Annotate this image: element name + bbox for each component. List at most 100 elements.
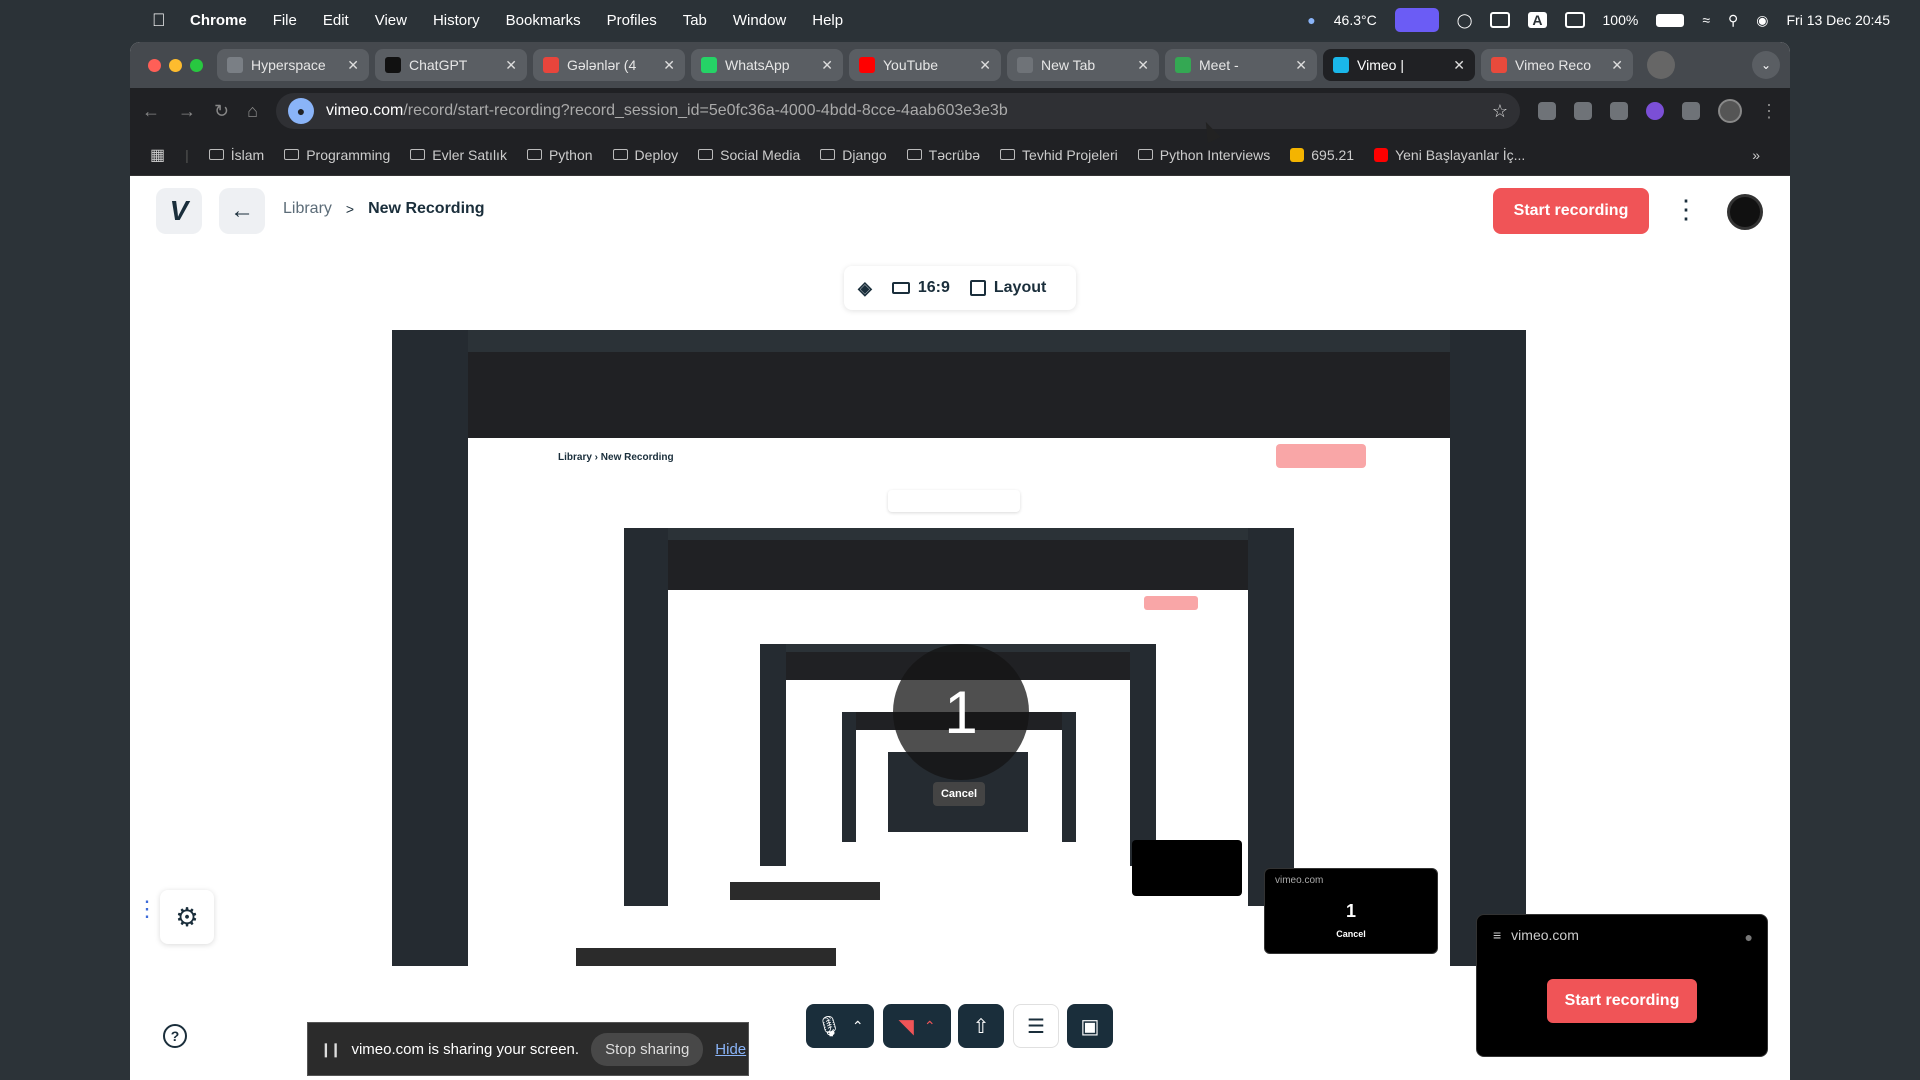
screen-share-status-icon[interactable] [1394,8,1439,32]
apple-icon[interactable]:  [152,10,166,31]
eyedropper-extension-icon[interactable] [1610,102,1628,120]
hide-banner-link[interactable]: Hide [715,1041,746,1058]
camera-toggle-button[interactable]: ◥ ⌃ [883,1004,951,1048]
close-tab-icon[interactable]: ✕ [663,57,675,74]
menu-edit[interactable]: Edit [323,12,349,29]
bookmark-item[interactable]: Tevhid Projeleri [1000,147,1118,163]
maximize-window-button[interactable] [190,58,203,72]
bookmark-item[interactable]: Təcrübə [906,147,980,163]
bookmark-item[interactable]: Django [820,147,887,163]
chevron-up-icon[interactable]: ⌃ [924,1018,936,1035]
browser-tab[interactable]: Meet - ✕ [1165,49,1317,81]
battery-readout[interactable]: 100% [1603,12,1639,28]
microphone-in-use-icon[interactable]: ● [287,98,314,124]
input-source-icon[interactable]: A [1528,12,1547,28]
apps-grid-icon[interactable]: ▦ [150,145,165,165]
close-tab-icon[interactable]: ✕ [1137,57,1149,74]
profile-avatar-icon[interactable] [1718,99,1742,123]
browser-tab[interactable]: New Tab ✕ [1007,49,1159,81]
bookmark-star-icon[interactable]: ☆ [1492,101,1508,122]
close-tab-icon[interactable]: ✕ [505,57,517,74]
chevron-up-icon[interactable]: ⌃ [852,1018,864,1035]
menu-profiles[interactable]: Profiles [607,12,657,29]
bookmark-item[interactable]: İslam [208,147,264,163]
menu-window[interactable]: Window [733,12,786,29]
picture-in-picture-button[interactable]: ▣ [1067,1004,1113,1048]
wifi-icon[interactable]: ≈ [1702,12,1710,28]
browser-tab[interactable]: Vimeo Reco ✕ [1481,49,1633,81]
close-tab-icon[interactable]: ✕ [347,57,359,74]
menu-help[interactable]: Help [812,12,843,29]
browser-menu-icon[interactable]: ⋮ [1760,101,1778,122]
close-tab-icon[interactable]: ✕ [821,57,833,74]
bookmark-item[interactable]: Python [526,147,593,163]
popup-start-recording-button[interactable]: Start recording [1547,979,1697,1023]
menu-view[interactable]: View [375,12,407,29]
menu-bookmarks[interactable]: Bookmarks [506,12,581,29]
layout-button[interactable]: Layout [969,279,1046,297]
more-options-icon[interactable]: ⋮ [1673,196,1699,222]
browser-tab[interactable]: Hyperspace ✕ [217,49,369,81]
back-icon[interactable]: ← [142,101,160,122]
breadcrumb-library[interactable]: Library [283,200,332,218]
close-tab-icon[interactable]: ✕ [1611,57,1623,74]
microphone-toggle-button[interactable]: 🎙 ⌃ [806,1004,874,1048]
bookmark-item[interactable]: Programming [284,147,390,163]
close-tab-icon[interactable]: ✕ [979,57,991,74]
paint-bucket-icon[interactable]: ◈ [858,278,872,299]
battery-icon[interactable] [1656,13,1685,27]
bookmark-item[interactable]: 695.21 [1290,147,1354,163]
minimize-window-button[interactable] [169,58,182,72]
spotlight-search-icon[interactable]: ⚲ [1728,12,1738,29]
vimeo-logo[interactable]: V [156,188,202,234]
close-tab-icon[interactable]: ✕ [1295,57,1307,74]
aspect-ratio-button[interactable]: 16:9 [891,279,950,297]
camera-extension-icon[interactable] [1574,102,1592,120]
browser-tab[interactable]: Vimeo | ✕ [1323,49,1475,81]
sidebar-icon[interactable] [1564,12,1585,28]
bookmark-item[interactable]: Social Media [698,147,800,163]
browser-tab[interactable]: WhatsApp ✕ [691,49,843,81]
extension-icon-1[interactable] [1538,102,1556,120]
more-bookmarks-icon[interactable]: » [1752,147,1760,163]
browser-tab[interactable]: Gələnlər (4 ✕ [533,49,685,81]
reload-icon[interactable]: ↻ [214,101,229,122]
close-tab-icon[interactable]: ✕ [1453,57,1465,74]
close-window-button[interactable] [148,58,161,72]
help-icon[interactable]: ? [163,1024,187,1048]
bookmark-item[interactable]: Deploy [612,147,678,163]
address-bar[interactable]: ● vimeo.com/record/start-recording?recor… [275,93,1520,129]
folder-icon [1000,149,1016,160]
user-avatar[interactable] [1727,194,1763,230]
menu-history[interactable]: History [433,12,480,29]
control-center-icon[interactable]: ◉ [1756,12,1768,29]
bookmark-item[interactable]: Python Interviews [1137,147,1270,163]
drag-handle-icon[interactable]: ⋮⋮ [136,898,177,920]
window-switch-icon[interactable] [1490,12,1511,28]
start-recording-button[interactable]: Start recording [1493,188,1649,234]
menu-tab[interactable]: Tab [683,12,707,29]
stop-sharing-button[interactable]: Stop sharing [591,1032,704,1066]
clock[interactable]: Fri 13 Dec 20:45 [1787,12,1891,28]
extensions-puzzle-icon[interactable] [1682,102,1700,120]
bookmark-item[interactable]: Yeni Başlayanlar İç... [1374,147,1525,163]
back-arrow-icon[interactable]: ← [219,188,265,234]
notes-button[interactable]: ☰ [1013,1004,1059,1048]
share-screen-button[interactable]: ⇧ [958,1004,1004,1048]
menu-app-name[interactable]: Chrome [190,12,247,29]
headphones-icon[interactable]: ◯ [1457,12,1473,29]
browser-tab[interactable]: YouTube ✕ [849,49,1001,81]
tab-search-icon[interactable]: ⌄ [1752,51,1780,79]
home-icon[interactable]: ⌂ [247,101,258,122]
forward-icon[interactable]: → [178,101,196,122]
settings-gear-icon[interactable]: ⚙ [160,890,214,944]
tab-group-icon[interactable] [1647,51,1675,79]
extension-badge-icon[interactable] [1646,102,1664,120]
temperature-icon[interactable]: ● [1307,12,1315,28]
bookmark-item[interactable]: Evler Satılık [410,147,507,163]
menu-file[interactable]: File [273,12,297,29]
browser-tab[interactable]: ChatGPT ✕ [375,49,527,81]
settings-sliders-icon[interactable]: ≡ [1493,927,1501,943]
temperature-readout[interactable]: 46.3°C [1334,12,1377,28]
countdown-cancel-button[interactable]: Cancel [933,782,985,806]
